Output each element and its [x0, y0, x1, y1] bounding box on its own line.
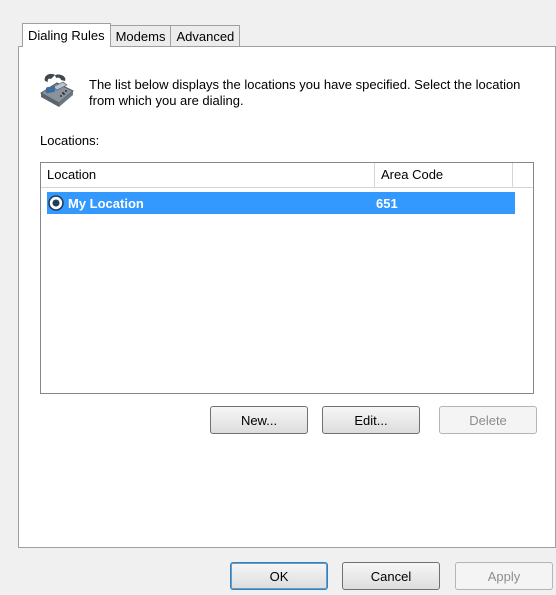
list-header: Location Area Code [41, 163, 533, 188]
delete-button[interactable]: Delete [439, 406, 537, 434]
tab-panel: The list below displays the locations yo… [18, 46, 556, 548]
locations-list[interactable]: Location Area Code My Location 651 [40, 162, 534, 394]
locations-label: Locations: [40, 133, 100, 148]
telephone-icon [40, 73, 74, 107]
apply-button[interactable]: Apply [455, 562, 553, 590]
column-header-area-code[interactable]: Area Code [375, 163, 513, 187]
check-circle-icon [48, 195, 64, 211]
list-row-my-location[interactable]: My Location 651 [47, 192, 515, 214]
row-area-code: 651 [376, 195, 398, 211]
column-header-location[interactable]: Location [41, 163, 375, 187]
tab-dialing-rules[interactable]: Dialing Rules [22, 23, 111, 47]
cancel-button[interactable]: Cancel [342, 562, 440, 590]
edit-button[interactable]: Edit... [322, 406, 420, 434]
new-button[interactable]: New... [210, 406, 308, 434]
ok-button[interactable]: OK [230, 562, 328, 590]
row-location-name: My Location [68, 195, 144, 211]
tab-advanced[interactable]: Advanced [170, 25, 241, 46]
tab-modems[interactable]: Modems [109, 25, 172, 46]
tab-strip: Dialing Rules Modems Advanced [22, 22, 241, 47]
info-text: The list below displays the locations yo… [89, 77, 521, 108]
info-section: The list below displays the locations yo… [37, 71, 549, 109]
